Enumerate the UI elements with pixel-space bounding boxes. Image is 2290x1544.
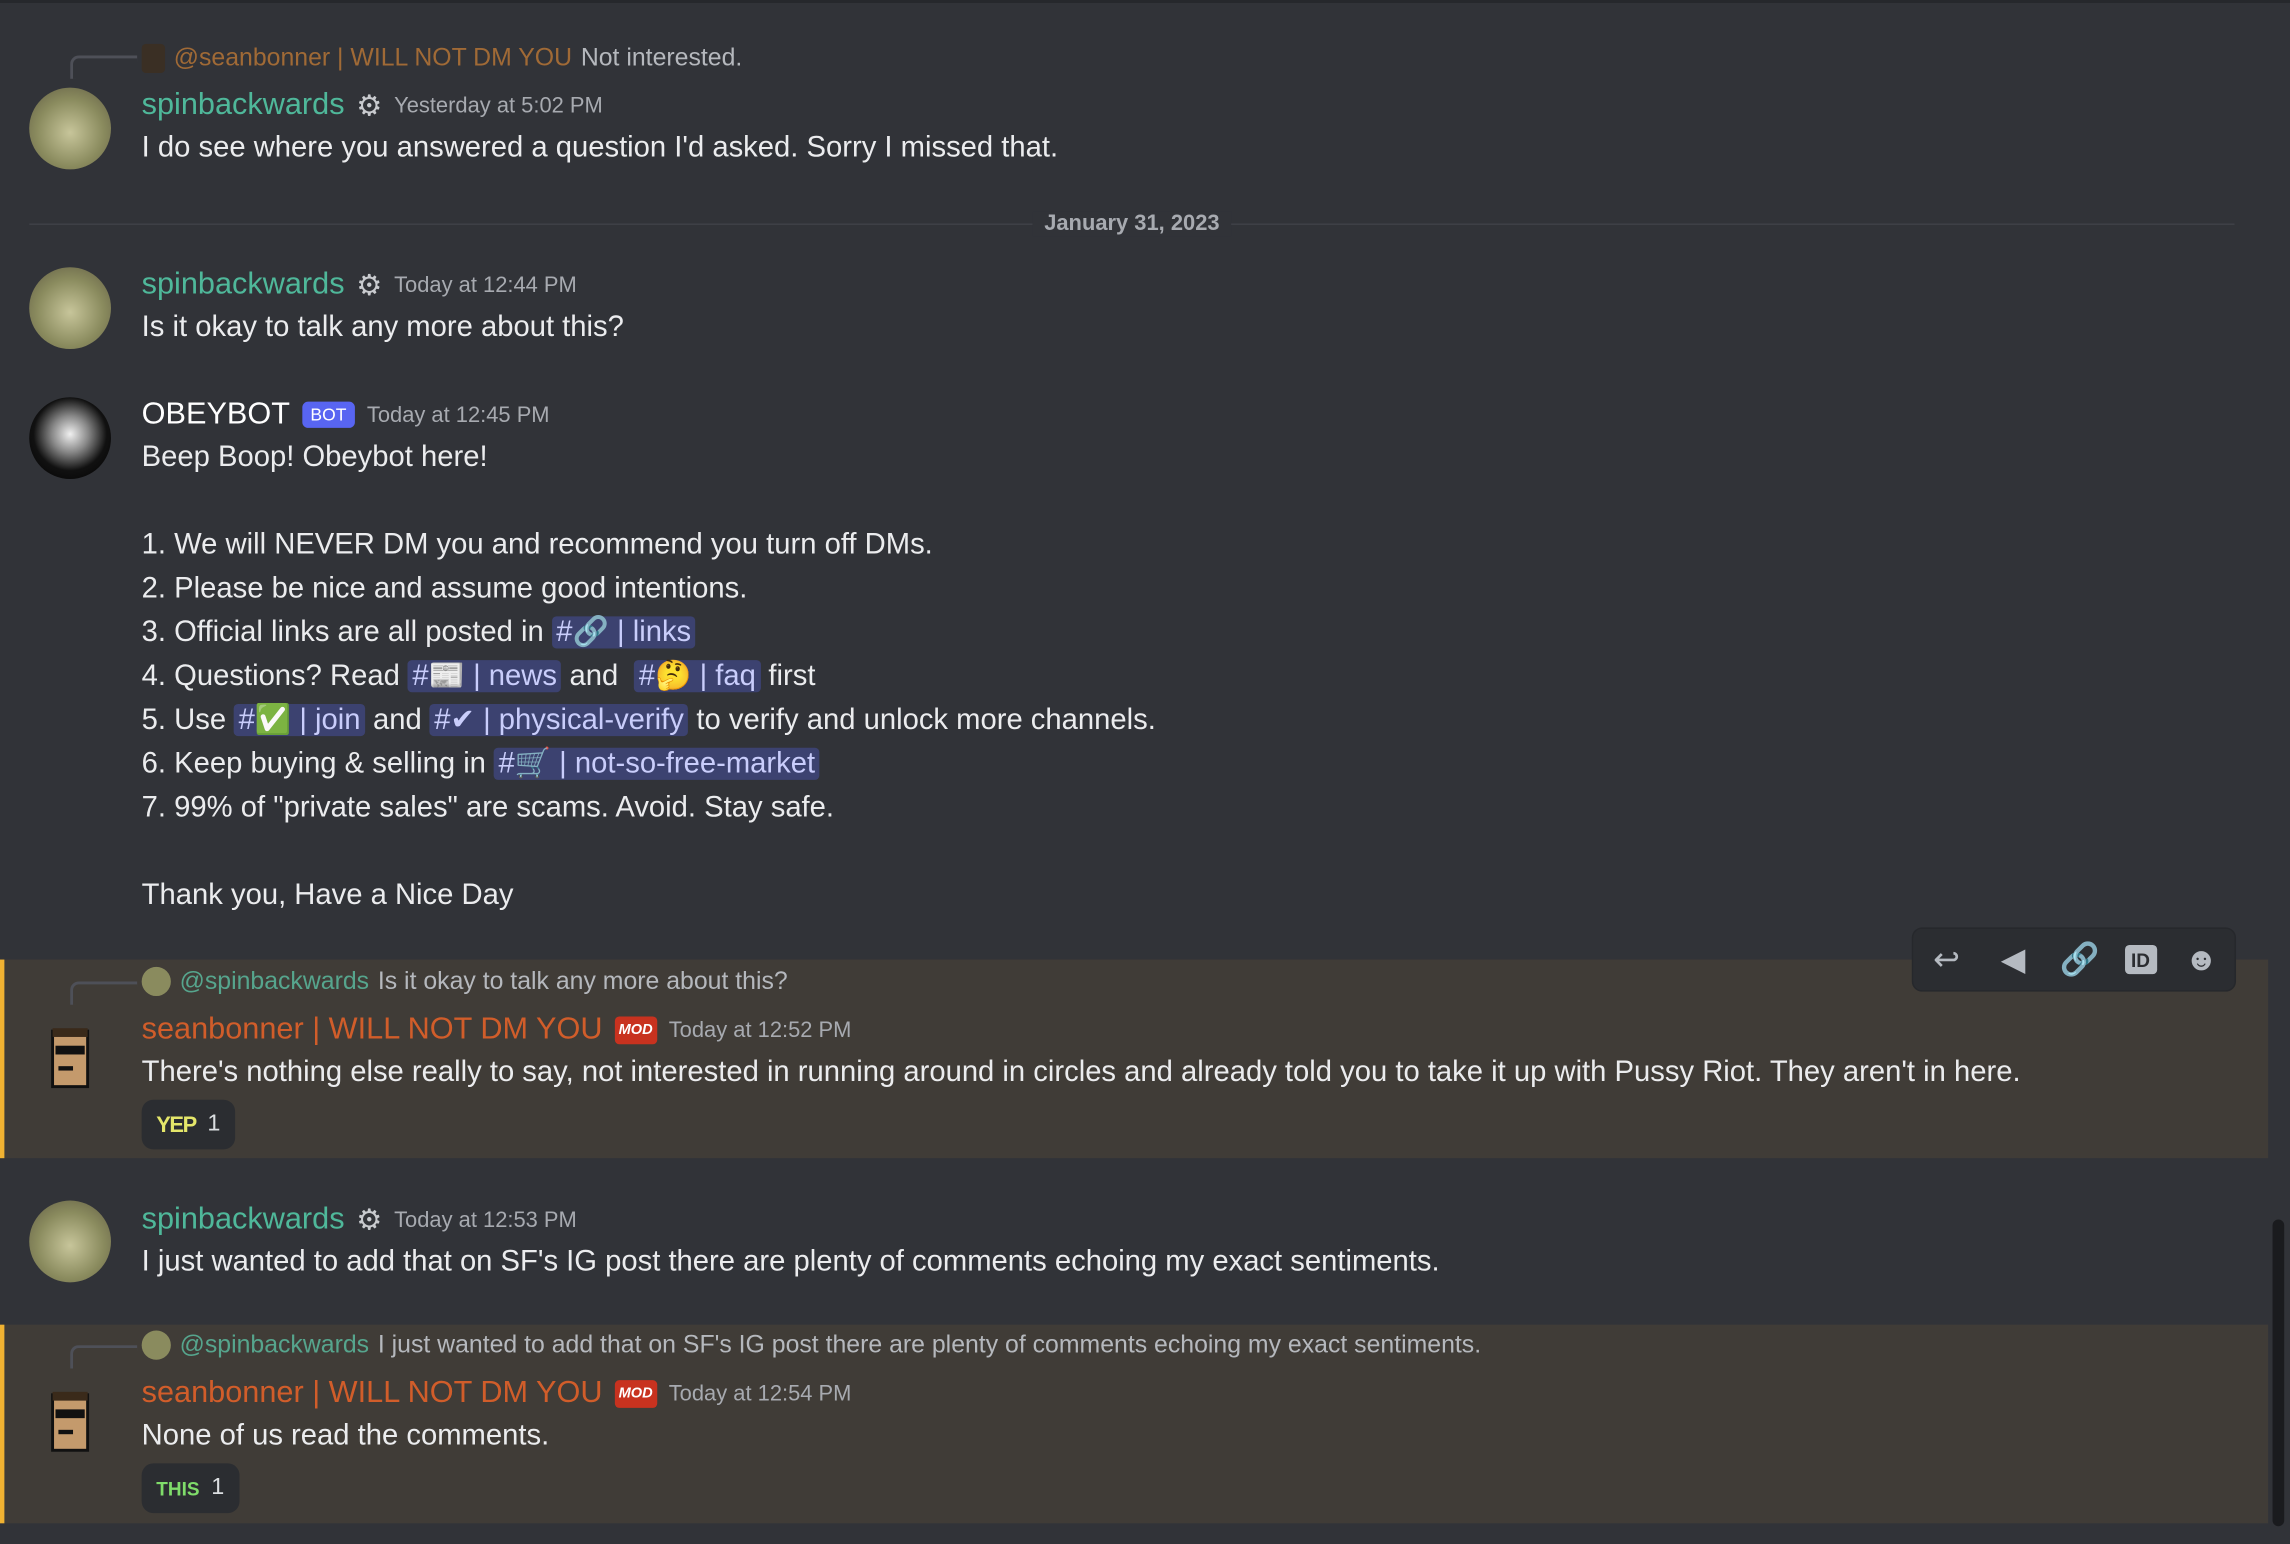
timestamp: Today at 12:44 PM [394, 272, 577, 298]
reply-preview[interactable]: @seanbonner | WILL NOT DM YOU Not intere… [141, 41, 743, 76]
reply-mention[interactable]: @seanbonner | WILL NOT DM YOU [174, 44, 572, 73]
message-body: spinbackwards ⚙ Today at 12:44 PM Is it … [142, 264, 2261, 349]
timestamp: Today at 12:52 PM [668, 1017, 852, 1043]
bot-closing: Thank you, Have a Nice Day [141, 879, 514, 912]
reply-icon[interactable]: ↩ [1925, 938, 1969, 982]
reply-text: Is it okay to talk any more about this? [377, 966, 788, 995]
avatar[interactable] [29, 1200, 111, 1283]
message-body: seanbonner | WILL NOT DM YOU MOD Today a… [141, 1373, 2261, 1514]
message-text: I just wanted to add that on SF's IG pos… [141, 1245, 1440, 1278]
mini-avatar [141, 43, 166, 74]
avatar[interactable] [29, 1383, 111, 1465]
rule-5: 5. Use #✅ | join and #✔ | physical-verif… [141, 703, 1156, 737]
reply-connector [70, 981, 138, 1005]
channel-faq[interactable]: #🤔 | faq [634, 660, 761, 693]
reply-mention[interactable]: @spinbackwards [180, 967, 369, 996]
gear-badge-icon: ⚙ [356, 89, 383, 122]
reply-preview[interactable]: @spinbackwards Is it okay to talk any mo… [141, 964, 788, 999]
channel-news[interactable]: #📰 | news [407, 660, 562, 693]
rule-2: 2. Please be nice and assume good intent… [141, 572, 748, 605]
reply-text: Not interested. [580, 43, 743, 72]
channel-physical-verify[interactable]: #✔ | physical-verify [429, 703, 689, 737]
reaction-count: 1 [207, 1111, 221, 1137]
date-divider: January 31, 2023 [29, 211, 2235, 237]
message-text: Is it okay to talk any more about this? [141, 311, 624, 344]
author-name[interactable]: OBEYBOT [142, 397, 290, 432]
yep-emoji-icon: YEP [156, 1112, 197, 1137]
reply-text: I just wanted to add that on SF's IG pos… [377, 1330, 1482, 1359]
avatar[interactable] [29, 397, 111, 480]
timestamp: Today at 12:53 PM [394, 1207, 577, 1232]
chat-view: @seanbonner | WILL NOT DM YOU Not intere… [0, 0, 2290, 1544]
message-body: seanbonner | WILL NOT DM YOU MOD Today a… [141, 1009, 2261, 1150]
avatar[interactable] [29, 87, 111, 170]
author-name[interactable]: spinbackwards [142, 88, 345, 123]
scrollbar[interactable] [2272, 1219, 2285, 1527]
gear-badge-icon: ⚙ [356, 269, 383, 302]
timestamp: Today at 12:54 PM [668, 1380, 852, 1406]
top-border [0, 0, 2290, 3]
forward-icon[interactable]: ◀ [1991, 938, 2035, 982]
reply-preview[interactable]: @spinbackwards I just wanted to add that… [141, 1328, 1482, 1363]
timestamp: Today at 12:45 PM [366, 402, 550, 428]
bot-greeting: Beep Boop! Obeybot here! [141, 441, 488, 474]
channel-market[interactable]: #🛒 | not-so-free-market [494, 747, 820, 780]
reaction-this[interactable]: THIS 1 [141, 1463, 239, 1514]
mini-avatar [141, 1330, 171, 1360]
author-name[interactable]: spinbackwards [142, 267, 345, 302]
timestamp: Yesterday at 5:02 PM [394, 92, 603, 118]
mod-badge: MOD [614, 1015, 658, 1044]
reaction-count: 1 [211, 1475, 225, 1500]
rule-4: 4. Questions? Read #📰 | news and #🤔 | fa… [141, 660, 816, 693]
channel-join[interactable]: #✅ | join [234, 703, 365, 737]
message-text: None of us read the comments. [141, 1419, 550, 1452]
this-emoji-icon: THIS [156, 1477, 200, 1500]
gear-badge-icon: ⚙ [356, 1204, 383, 1237]
rule-3: 3. Official links are all posted in #🔗 |… [142, 610, 2261, 654]
message-body: spinbackwards ⚙ Yesterday at 5:02 PM I d… [142, 85, 2261, 170]
message-text: There's nothing else really to say, not … [141, 1055, 2021, 1089]
avatar[interactable] [29, 267, 111, 350]
reaction-yep[interactable]: YEP 1 [141, 1099, 236, 1150]
emoji-icon[interactable]: ☻ [2179, 938, 2223, 982]
mod-badge: MOD [614, 1379, 658, 1408]
link-icon[interactable]: 🔗 [2058, 938, 2102, 982]
author-name[interactable]: seanbonner | WILL NOT DM YOU [142, 1012, 603, 1047]
rule-7: 7. 99% of "private sales" are scams. Avo… [141, 791, 835, 824]
id-icon[interactable]: ID [2124, 944, 2157, 975]
rule-1: 1. We will NEVER DM you and recommend yo… [141, 528, 933, 561]
bot-badge: BOT [301, 401, 356, 428]
message-text: I do see where you answered a question I… [141, 131, 1059, 164]
reply-mention[interactable]: @spinbackwards [180, 1331, 369, 1360]
reply-connector [70, 1345, 138, 1369]
mini-avatar [141, 966, 171, 997]
message-toolbar: ↩ ◀ 🔗 ID ☻ [1913, 928, 2235, 991]
author-name[interactable]: seanbonner | WILL NOT DM YOU [142, 1376, 603, 1411]
reply-connector [70, 55, 138, 79]
author-name[interactable]: spinbackwards [142, 1202, 345, 1237]
channel-links[interactable]: #🔗 | links [551, 616, 696, 649]
message-body: OBEYBOT BOT Today at 12:45 PM Beep Boop!… [142, 394, 2261, 917]
rule-6: 6. Keep buying & selling in #🛒 | not-so-… [142, 742, 2261, 786]
message-body: spinbackwards ⚙ Today at 12:53 PM I just… [142, 1199, 2261, 1284]
avatar[interactable] [29, 1019, 111, 1101]
